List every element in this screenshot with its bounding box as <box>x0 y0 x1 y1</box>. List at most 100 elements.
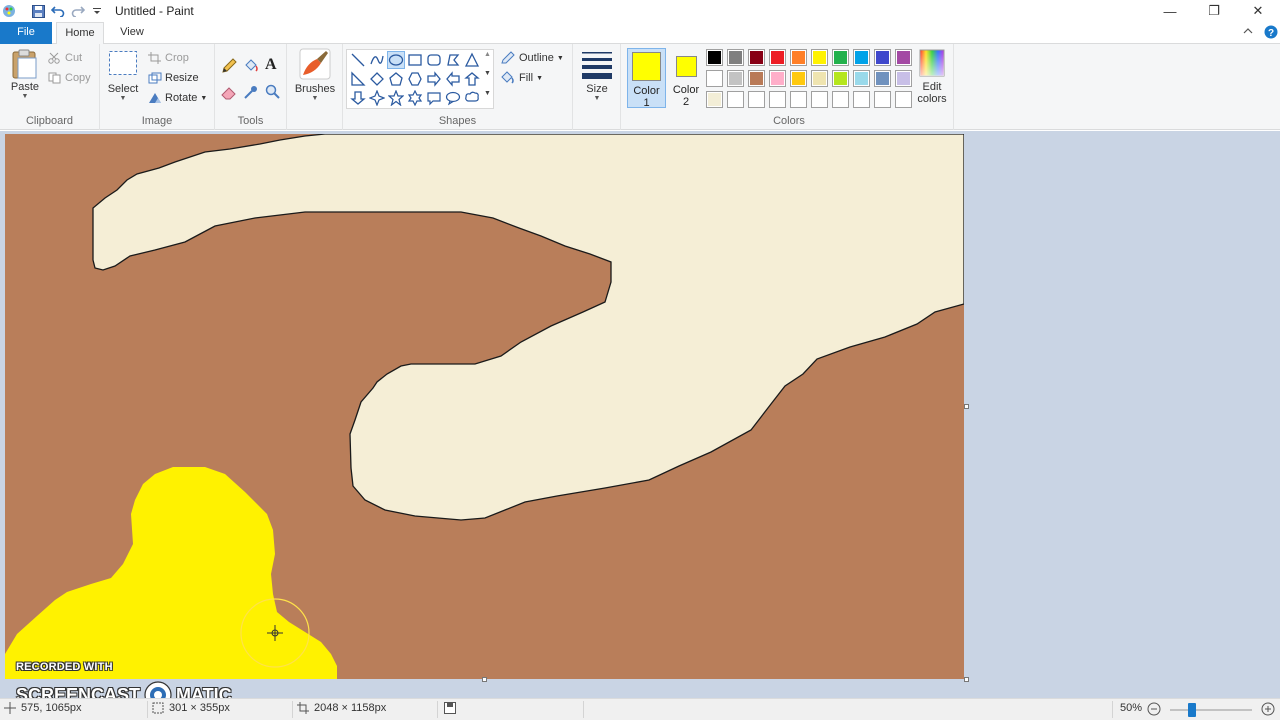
palette-swatch[interactable] <box>874 70 891 87</box>
size-dropdown-icon[interactable]: ▼ <box>579 95 615 102</box>
color2-button[interactable]: Color 2 <box>668 48 704 108</box>
cut-button[interactable]: Cut <box>48 52 82 64</box>
palette-swatch[interactable] <box>790 49 807 66</box>
rotate-dropdown-icon[interactable]: ▼ <box>200 95 207 102</box>
edit-colors-button[interactable]: Edit colors <box>912 48 952 105</box>
right-triangle-shape-icon[interactable] <box>349 70 367 88</box>
palette-swatch[interactable] <box>811 70 828 87</box>
outline-dropdown-icon[interactable]: ▼ <box>557 55 564 62</box>
brushes-dropdown-icon[interactable]: ▼ <box>293 95 337 102</box>
tab-view[interactable]: View <box>110 22 154 44</box>
palette-swatch[interactable] <box>832 49 849 66</box>
palette-swatch[interactable] <box>748 70 765 87</box>
color-picker-icon[interactable] <box>243 84 259 103</box>
paint-app-icon[interactable] <box>2 3 16 19</box>
restore-button[interactable]: ❐ <box>1192 0 1236 22</box>
color1-button[interactable]: Color 1 <box>627 48 666 109</box>
palette-swatch[interactable] <box>895 91 912 108</box>
rotate-button[interactable]: Rotate ▼ <box>148 92 207 104</box>
minimize-button[interactable]: — <box>1148 0 1192 22</box>
zoom-slider-thumb[interactable] <box>1188 703 1196 717</box>
text-tool-icon[interactable]: A <box>265 56 277 74</box>
palette-swatch[interactable] <box>853 91 870 108</box>
right-arrow-shape-icon[interactable] <box>425 70 443 88</box>
palette-swatch[interactable] <box>895 49 912 66</box>
fill-bucket-icon[interactable] <box>243 58 259 77</box>
select-dropdown-icon[interactable]: ▼ <box>106 95 140 102</box>
shapes-scroll-down-icon[interactable]: ▼ <box>484 70 491 77</box>
pencil-icon[interactable] <box>221 58 237 77</box>
redo-icon[interactable] <box>70 3 86 19</box>
select-button[interactable]: Select ▼ <box>106 50 140 102</box>
rounded-rectangle-shape-icon[interactable] <box>425 51 443 69</box>
palette-swatch[interactable] <box>769 91 786 108</box>
palette-swatch[interactable] <box>811 91 828 108</box>
palette-swatch[interactable] <box>853 70 870 87</box>
size-button[interactable]: Size ▼ <box>579 48 615 102</box>
triangle-shape-icon[interactable] <box>463 51 481 69</box>
polygon-shape-icon[interactable] <box>444 51 462 69</box>
rectangle-shape-icon[interactable] <box>406 51 424 69</box>
palette-swatch[interactable] <box>727 91 744 108</box>
paste-dropdown-icon[interactable]: ▼ <box>6 93 44 100</box>
palette-swatch[interactable] <box>748 91 765 108</box>
palette-swatch[interactable] <box>853 49 870 66</box>
resize-handle-right[interactable] <box>964 404 969 409</box>
palette-swatch[interactable] <box>769 70 786 87</box>
magnifier-icon[interactable] <box>265 84 281 103</box>
palette-swatch[interactable] <box>832 91 849 108</box>
oval-shape-icon[interactable] <box>387 51 405 69</box>
palette-swatch[interactable] <box>895 70 912 87</box>
brushes-button[interactable]: Brushes ▼ <box>293 48 337 102</box>
left-arrow-shape-icon[interactable] <box>444 70 462 88</box>
rounded-callout-shape-icon[interactable] <box>425 89 443 107</box>
zoom-slider-track[interactable] <box>1170 703 1252 717</box>
paste-button[interactable]: Paste ▼ <box>6 48 44 100</box>
six-point-star-shape-icon[interactable] <box>406 89 424 107</box>
shapes-scroll-up-icon[interactable]: ▲ <box>484 51 491 58</box>
eraser-icon[interactable] <box>221 84 237 103</box>
up-arrow-shape-icon[interactable] <box>463 70 481 88</box>
oval-callout-shape-icon[interactable] <box>444 89 462 107</box>
palette-swatch[interactable] <box>790 70 807 87</box>
collapse-ribbon-icon[interactable] <box>1243 26 1253 39</box>
palette-swatch[interactable] <box>727 70 744 87</box>
diamond-shape-icon[interactable] <box>368 70 386 88</box>
shapes-expand-icon[interactable]: ▼ <box>484 90 491 97</box>
palette-swatch[interactable] <box>769 49 786 66</box>
fill-button[interactable]: Fill ▼ <box>500 71 543 85</box>
drawing-canvas[interactable] <box>5 134 964 679</box>
copy-button[interactable]: Copy <box>48 72 91 84</box>
palette-swatch[interactable] <box>832 70 849 87</box>
palette-swatch[interactable] <box>706 91 723 108</box>
close-button[interactable]: ✕ <box>1236 0 1280 22</box>
line-shape-icon[interactable] <box>349 51 367 69</box>
fill-dropdown-icon[interactable]: ▼ <box>536 75 543 82</box>
four-point-star-shape-icon[interactable] <box>368 89 386 107</box>
resize-handle-corner[interactable] <box>964 677 969 682</box>
palette-swatch[interactable] <box>706 70 723 87</box>
palette-swatch[interactable] <box>874 91 891 108</box>
cloud-callout-shape-icon[interactable] <box>463 89 481 107</box>
tab-home[interactable]: Home <box>56 22 104 45</box>
palette-swatch[interactable] <box>790 91 807 108</box>
help-icon[interactable]: ? <box>1264 25 1278 42</box>
zoom-out-icon[interactable] <box>1147 702 1161 719</box>
five-point-star-shape-icon[interactable] <box>387 89 405 107</box>
palette-swatch[interactable] <box>748 49 765 66</box>
down-arrow-shape-icon[interactable] <box>349 89 367 107</box>
zoom-in-icon[interactable] <box>1261 702 1275 719</box>
hexagon-shape-icon[interactable] <box>406 70 424 88</box>
pentagon-shape-icon[interactable] <box>387 70 405 88</box>
crop-button[interactable]: Crop <box>148 52 189 64</box>
palette-swatch[interactable] <box>706 49 723 66</box>
resize-handle-bottom[interactable] <box>482 677 487 682</box>
outline-button[interactable]: Outline ▼ <box>500 51 564 65</box>
palette-swatch[interactable] <box>727 49 744 66</box>
resize-button[interactable]: Resize <box>148 72 199 84</box>
customize-qat-icon[interactable] <box>92 3 102 19</box>
save-icon[interactable] <box>30 3 46 19</box>
tab-file[interactable]: File <box>0 22 52 44</box>
palette-swatch[interactable] <box>811 49 828 66</box>
palette-swatch[interactable] <box>874 49 891 66</box>
